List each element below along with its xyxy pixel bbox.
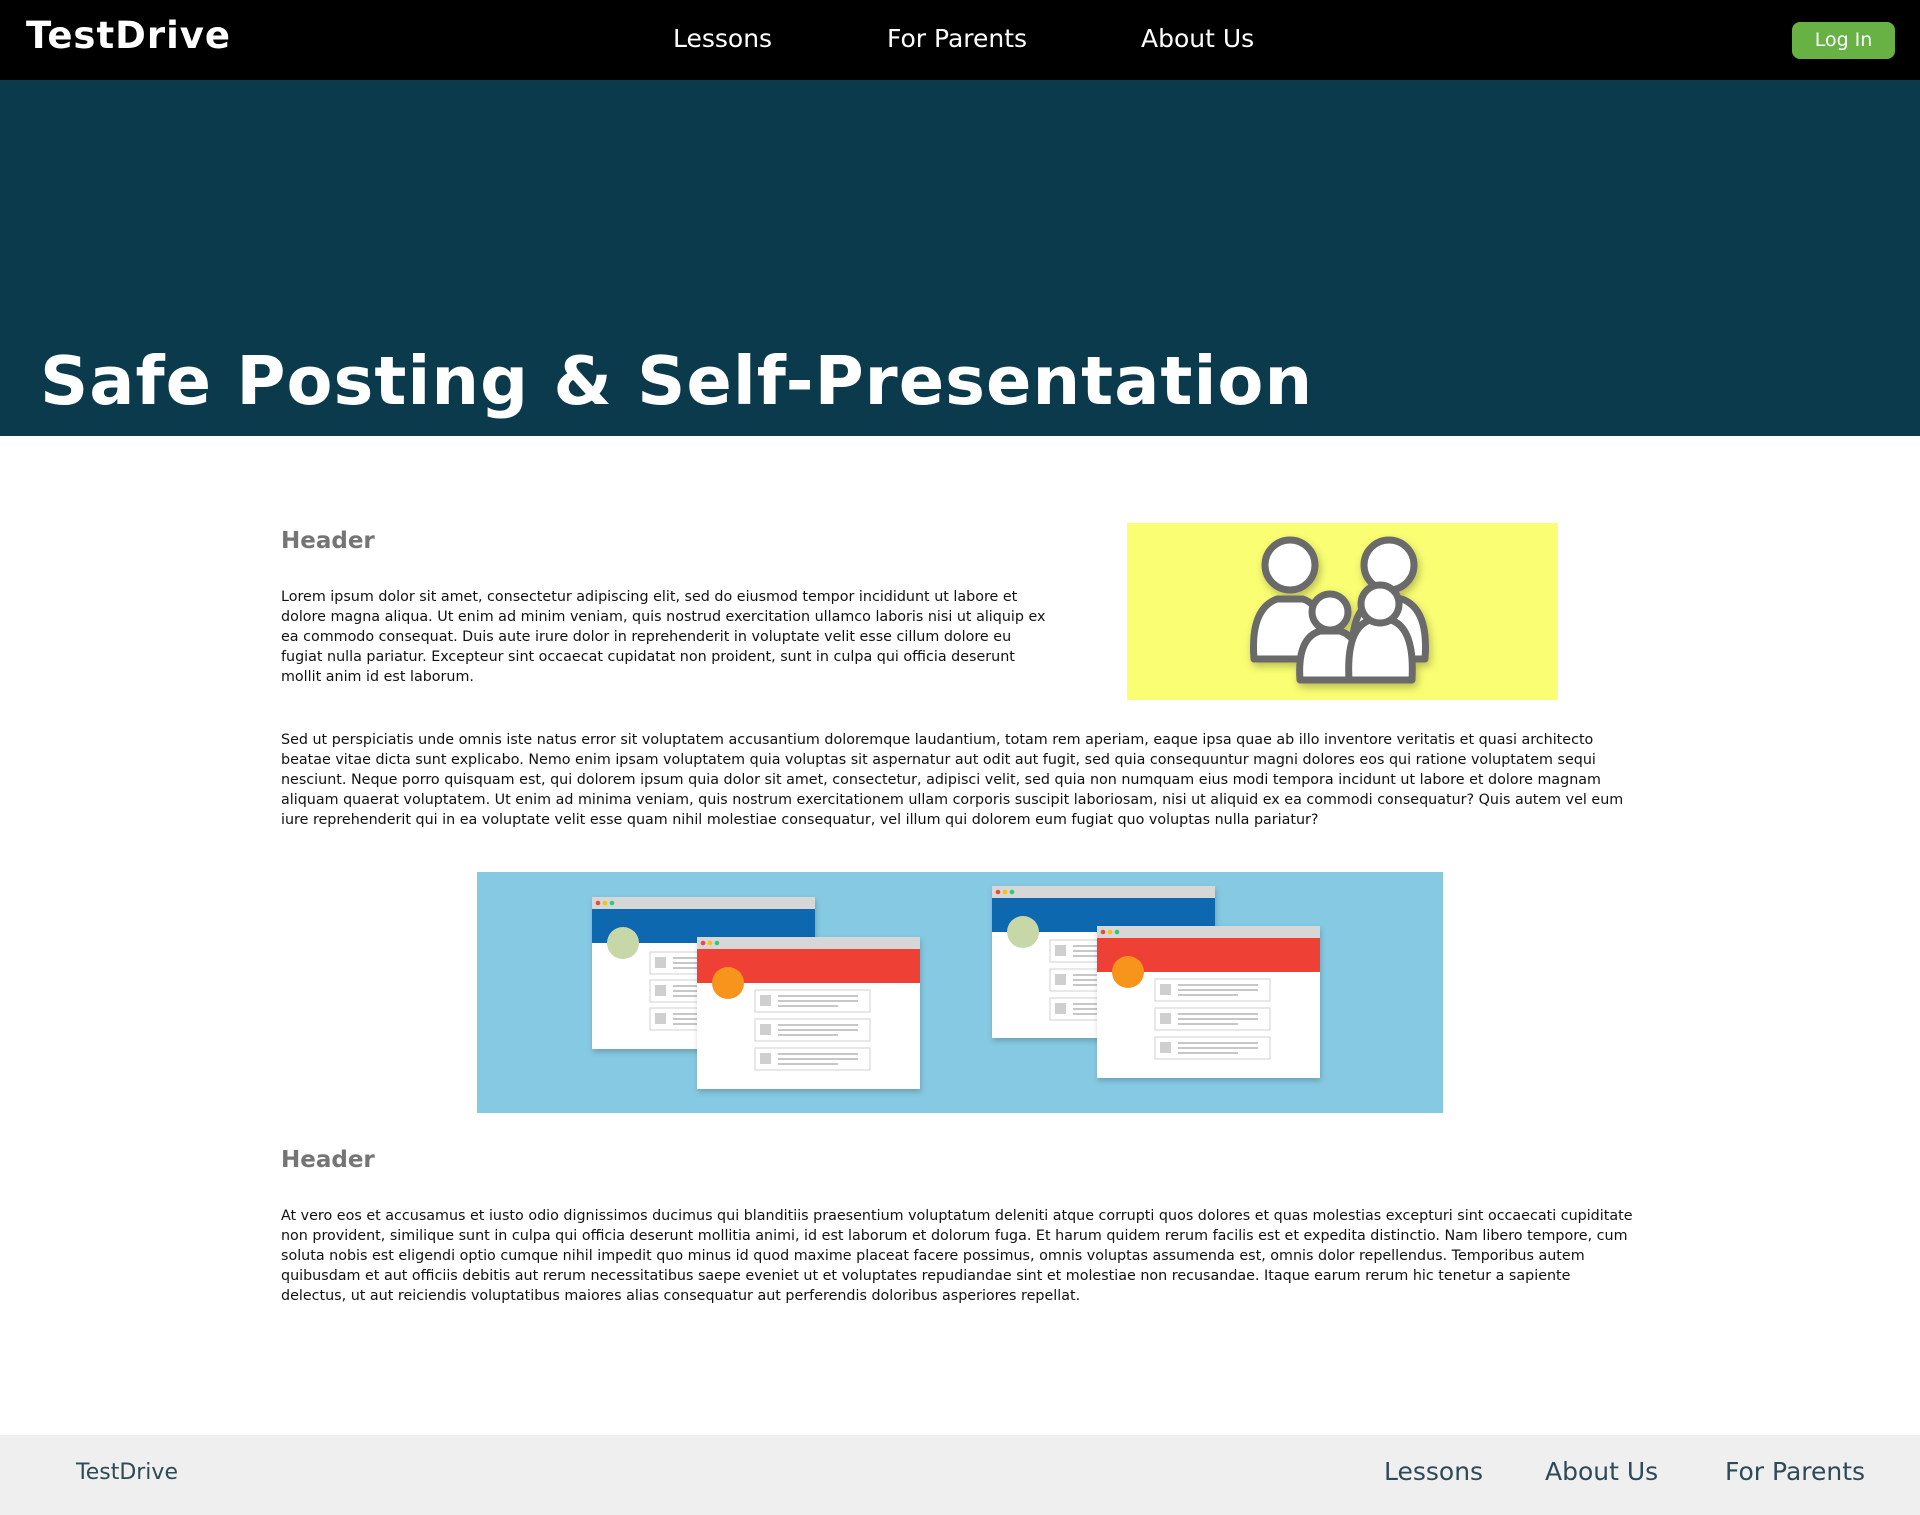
section-header-2: Header	[281, 1147, 375, 1173]
footer-link-lessons[interactable]: Lessons	[1384, 1457, 1483, 1486]
section-2-paragraph-1: At vero eos et accusamus et iusto odio d…	[281, 1208, 1633, 1304]
nav-link-for-parents[interactable]: For Parents	[887, 24, 1027, 53]
browser-windows-illustration	[592, 886, 1320, 1089]
nav-link-lessons[interactable]: Lessons	[673, 24, 772, 53]
footer: TestDrive Lessons About Us For Parents	[0, 1435, 1920, 1515]
nav-link-about-us[interactable]: About Us	[1141, 24, 1254, 53]
section-1-paragraph-2: Sed ut perspiciatis unde omnis iste natu…	[281, 732, 1624, 828]
footer-link-for-parents[interactable]: For Parents	[1725, 1457, 1865, 1486]
family-icon	[1249, 536, 1430, 684]
login-button[interactable]: Log In	[1792, 22, 1895, 59]
section-header-1: Header	[281, 528, 375, 554]
family-image	[1127, 523, 1558, 700]
hero-banner: Safe Posting & Self-Presentation	[0, 80, 1920, 436]
footer-link-about-us[interactable]: About Us	[1545, 1457, 1658, 1486]
top-navigation: TestDrive Lessons For Parents About Us L…	[0, 0, 1920, 80]
section-1-paragraph-1: Lorem ipsum dolor sit amet, consectetur …	[281, 589, 1046, 685]
footer-logo[interactable]: TestDrive	[76, 1460, 178, 1485]
page-title: Safe Posting & Self-Presentation	[40, 342, 1314, 420]
browser-windows-image	[477, 872, 1443, 1113]
site-logo[interactable]: TestDrive	[26, 14, 231, 57]
